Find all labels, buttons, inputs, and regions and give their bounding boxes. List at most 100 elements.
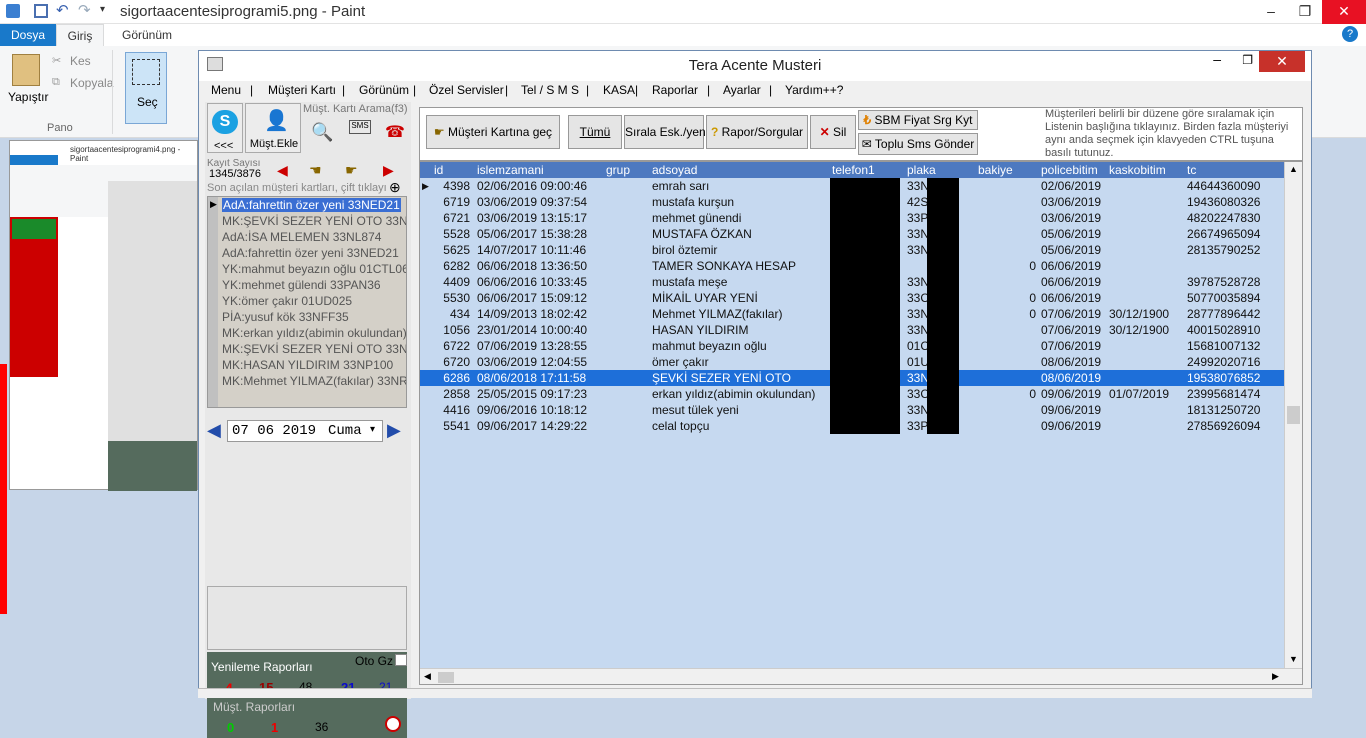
next-date-icon[interactable]: ▶ bbox=[387, 420, 401, 441]
tab-gorunum[interactable]: Görünüm bbox=[122, 24, 172, 46]
close-icon[interactable]: ✕ bbox=[1322, 0, 1366, 24]
sort-button[interactable]: Sırala Esk./yeni bbox=[624, 115, 708, 149]
alarm-icon[interactable] bbox=[385, 716, 401, 732]
tab-giris[interactable]: Giriş bbox=[56, 24, 104, 46]
copy-button[interactable]: Kopyala bbox=[70, 76, 113, 90]
scroll-up-icon[interactable]: ▲ bbox=[1289, 164, 1298, 174]
table-cell-id: 4409 bbox=[443, 275, 470, 289]
menu-item-ayarlar[interactable]: Ayarlar bbox=[723, 83, 761, 97]
paint-app-icon bbox=[6, 4, 20, 18]
person-search-icon[interactable]: 🔍 bbox=[311, 122, 333, 143]
column-header-id[interactable]: id bbox=[434, 163, 443, 177]
menu-item-tel-sms[interactable]: Tel / S M S bbox=[521, 83, 579, 97]
list-item[interactable]: MK:erkan yıldız(abimin okulundan) 3 bbox=[208, 325, 406, 341]
select-button[interactable]: Seç bbox=[125, 52, 167, 124]
list-item[interactable]: MK:Mehmet YILMAZ(fakılar) 33NRV bbox=[208, 373, 406, 389]
table-cell-adsoyad: MUSTAFA ÖZKAN bbox=[652, 227, 752, 241]
menu-item-raporlar[interactable]: Raporlar bbox=[652, 83, 698, 97]
column-header-policebitim[interactable]: policebitim bbox=[1041, 163, 1098, 177]
bulk-sms-button[interactable]: ✉ Toplu Sms Gönder bbox=[858, 133, 978, 155]
scroll-right-icon[interactable]: ▶ bbox=[1272, 671, 1279, 682]
column-header-adsoyad[interactable]: adsoyad bbox=[652, 163, 697, 177]
list-item[interactable]: YK:mehmet gülendi 33PAN36 bbox=[208, 277, 406, 293]
menu-item-kasa[interactable]: KASA bbox=[603, 83, 635, 97]
zoom-icon[interactable]: ⊕ bbox=[389, 179, 401, 196]
add-customer-button[interactable]: 👤 Müşt.Ekle bbox=[245, 103, 301, 153]
list-item[interactable]: MK:HASAN YILDIRIM 33NP100 bbox=[208, 357, 406, 373]
list-item[interactable]: AdA:İSA MELEMEN 33NL874 bbox=[208, 229, 406, 245]
hscroll-thumb[interactable] bbox=[438, 672, 454, 683]
list-item[interactable]: MK:ŞEVKİ SEZER YENİ OTO 33N bbox=[208, 213, 406, 229]
arrow-right-icon[interactable]: ▶ bbox=[383, 162, 394, 179]
cut-button[interactable]: Kes bbox=[70, 54, 91, 68]
app-title-bar: Tera Acente Musteri – ❐ ✕ bbox=[199, 51, 1311, 81]
table-cell-plaka: 01U bbox=[907, 355, 930, 369]
tab-dosya[interactable]: Dosya bbox=[0, 24, 56, 46]
sbm-price-button[interactable]: ₺ SBM Fiyat Srg Kyt bbox=[858, 110, 978, 130]
table-cell-plaka: 33P bbox=[907, 419, 929, 433]
horizontal-scrollbar[interactable]: ◀ ▶ bbox=[420, 668, 1302, 684]
help-icon[interactable]: ? bbox=[1342, 26, 1358, 42]
date-picker[interactable]: 07 06 2019 Cuma ▾ bbox=[227, 420, 383, 442]
table-cell-id: 5541 bbox=[443, 419, 470, 433]
delete-button[interactable]: ✕ Sil bbox=[810, 115, 856, 149]
table-cell-policebitim: 05/06/2019 bbox=[1041, 243, 1102, 257]
phone-search-icon[interactable]: ☎ bbox=[385, 122, 405, 142]
column-header-islemzamani[interactable]: islemzamani bbox=[477, 163, 544, 177]
customer-count[interactable]: 1 bbox=[271, 720, 278, 735]
menu-item-gorunum[interactable]: Görünüm bbox=[359, 83, 409, 97]
scroll-thumb[interactable] bbox=[1287, 406, 1300, 424]
menu-item-ozel-servisler[interactable]: Özel Servisler bbox=[429, 83, 504, 97]
column-header-telefon1[interactable]: telefon1 bbox=[832, 163, 875, 177]
column-header-bakiye[interactable]: bakiye bbox=[978, 163, 1013, 177]
table-cell-islemzamani: 05/06/2017 15:38:28 bbox=[477, 227, 588, 241]
customer-card-button[interactable]: ☛ Müşteri Kartına geç bbox=[426, 115, 560, 149]
scroll-left-icon[interactable]: ◀ bbox=[424, 671, 431, 682]
column-header-kaskobitim[interactable]: kaskobitim bbox=[1109, 163, 1166, 177]
app-minimize-icon[interactable]: – bbox=[1213, 51, 1221, 67]
recent-customers-list[interactable]: AdA:fahrettin özer yeni 33NED21 MK:ŞEVKİ… bbox=[207, 196, 407, 408]
prev-date-icon[interactable]: ◀ bbox=[207, 420, 221, 441]
table-cell-id: 6722 bbox=[443, 339, 470, 353]
save-icon[interactable] bbox=[34, 4, 48, 18]
toolbar: ☛ Müşteri Kartına geç Tümü Sırala Esk./y… bbox=[419, 107, 1303, 161]
menu-item-menu[interactable]: Menu bbox=[211, 83, 241, 97]
thumbnail-title: sigortaacentesiprogrami4.png - Paint bbox=[70, 145, 181, 163]
customer-count[interactable]: 0 bbox=[227, 720, 234, 735]
hand-left-icon[interactable]: ☚ bbox=[309, 162, 322, 179]
column-header-tc[interactable]: tc bbox=[1187, 163, 1196, 177]
vertical-scrollbar[interactable]: ▲ ▼ bbox=[1284, 162, 1302, 668]
app-close-icon[interactable]: ✕ bbox=[1259, 51, 1305, 72]
list-item[interactable]: PİA:yusuf kök 33NFF35 bbox=[208, 309, 406, 325]
maximize-icon[interactable]: ❐ bbox=[1288, 0, 1322, 24]
customer-count[interactable]: 36 bbox=[315, 720, 328, 734]
customer-grid[interactable]: id islemzamani grup adsoyad telefon1 pla… bbox=[419, 161, 1303, 685]
list-item[interactable]: AdA:fahrettin özer yeni 33NED21 bbox=[208, 197, 406, 213]
auto-gz-checkbox[interactable] bbox=[395, 654, 407, 666]
all-button[interactable]: Tümü bbox=[568, 115, 622, 149]
help-text: Müşterileri belirli bir düzene göre sıra… bbox=[1045, 108, 1289, 159]
renewal-reports-label: Yenileme Raporları bbox=[211, 660, 313, 674]
sms-icon[interactable]: SMS bbox=[349, 120, 371, 134]
undo-icon[interactable]: ↶ bbox=[56, 1, 69, 19]
menu-item-musteri-karti[interactable]: Müşteri Kartı bbox=[268, 83, 336, 97]
list-item[interactable]: AdA:fahrettin özer yeni 33NED21 bbox=[208, 245, 406, 261]
column-header-grup[interactable]: grup bbox=[606, 163, 630, 177]
minimize-icon[interactable]: – bbox=[1254, 0, 1288, 24]
list-item[interactable]: YK:ömer çakır 01UD025 bbox=[208, 293, 406, 309]
scroll-down-icon[interactable]: ▼ bbox=[1289, 654, 1298, 664]
clipboard-icon[interactable] bbox=[12, 54, 40, 86]
app-maximize-icon[interactable]: ❐ bbox=[1242, 53, 1253, 67]
hand-right-icon: ☛ bbox=[433, 125, 449, 139]
list-item[interactable]: MK:ŞEVKİ SEZER YENİ OTO 33N bbox=[208, 341, 406, 357]
paste-button-label[interactable]: Yapıştır bbox=[8, 90, 48, 104]
column-header-plaka[interactable]: plaka bbox=[907, 163, 936, 177]
reports-button[interactable]: ? Rapor/Sorgular bbox=[706, 115, 808, 149]
list-item[interactable]: YK:mahmut beyazın oğlu 01CTL06 bbox=[208, 261, 406, 277]
menu-item-yardim[interactable]: Yardım++? bbox=[785, 83, 843, 97]
customize-quick-access-icon[interactable]: ▾ bbox=[100, 4, 105, 15]
hand-right-icon[interactable]: ☛ bbox=[345, 162, 358, 179]
arrow-left-icon[interactable]: ◀ bbox=[277, 162, 288, 179]
redo-icon[interactable]: ↷ bbox=[78, 1, 91, 19]
skype-button[interactable]: S <<< bbox=[207, 103, 243, 153]
